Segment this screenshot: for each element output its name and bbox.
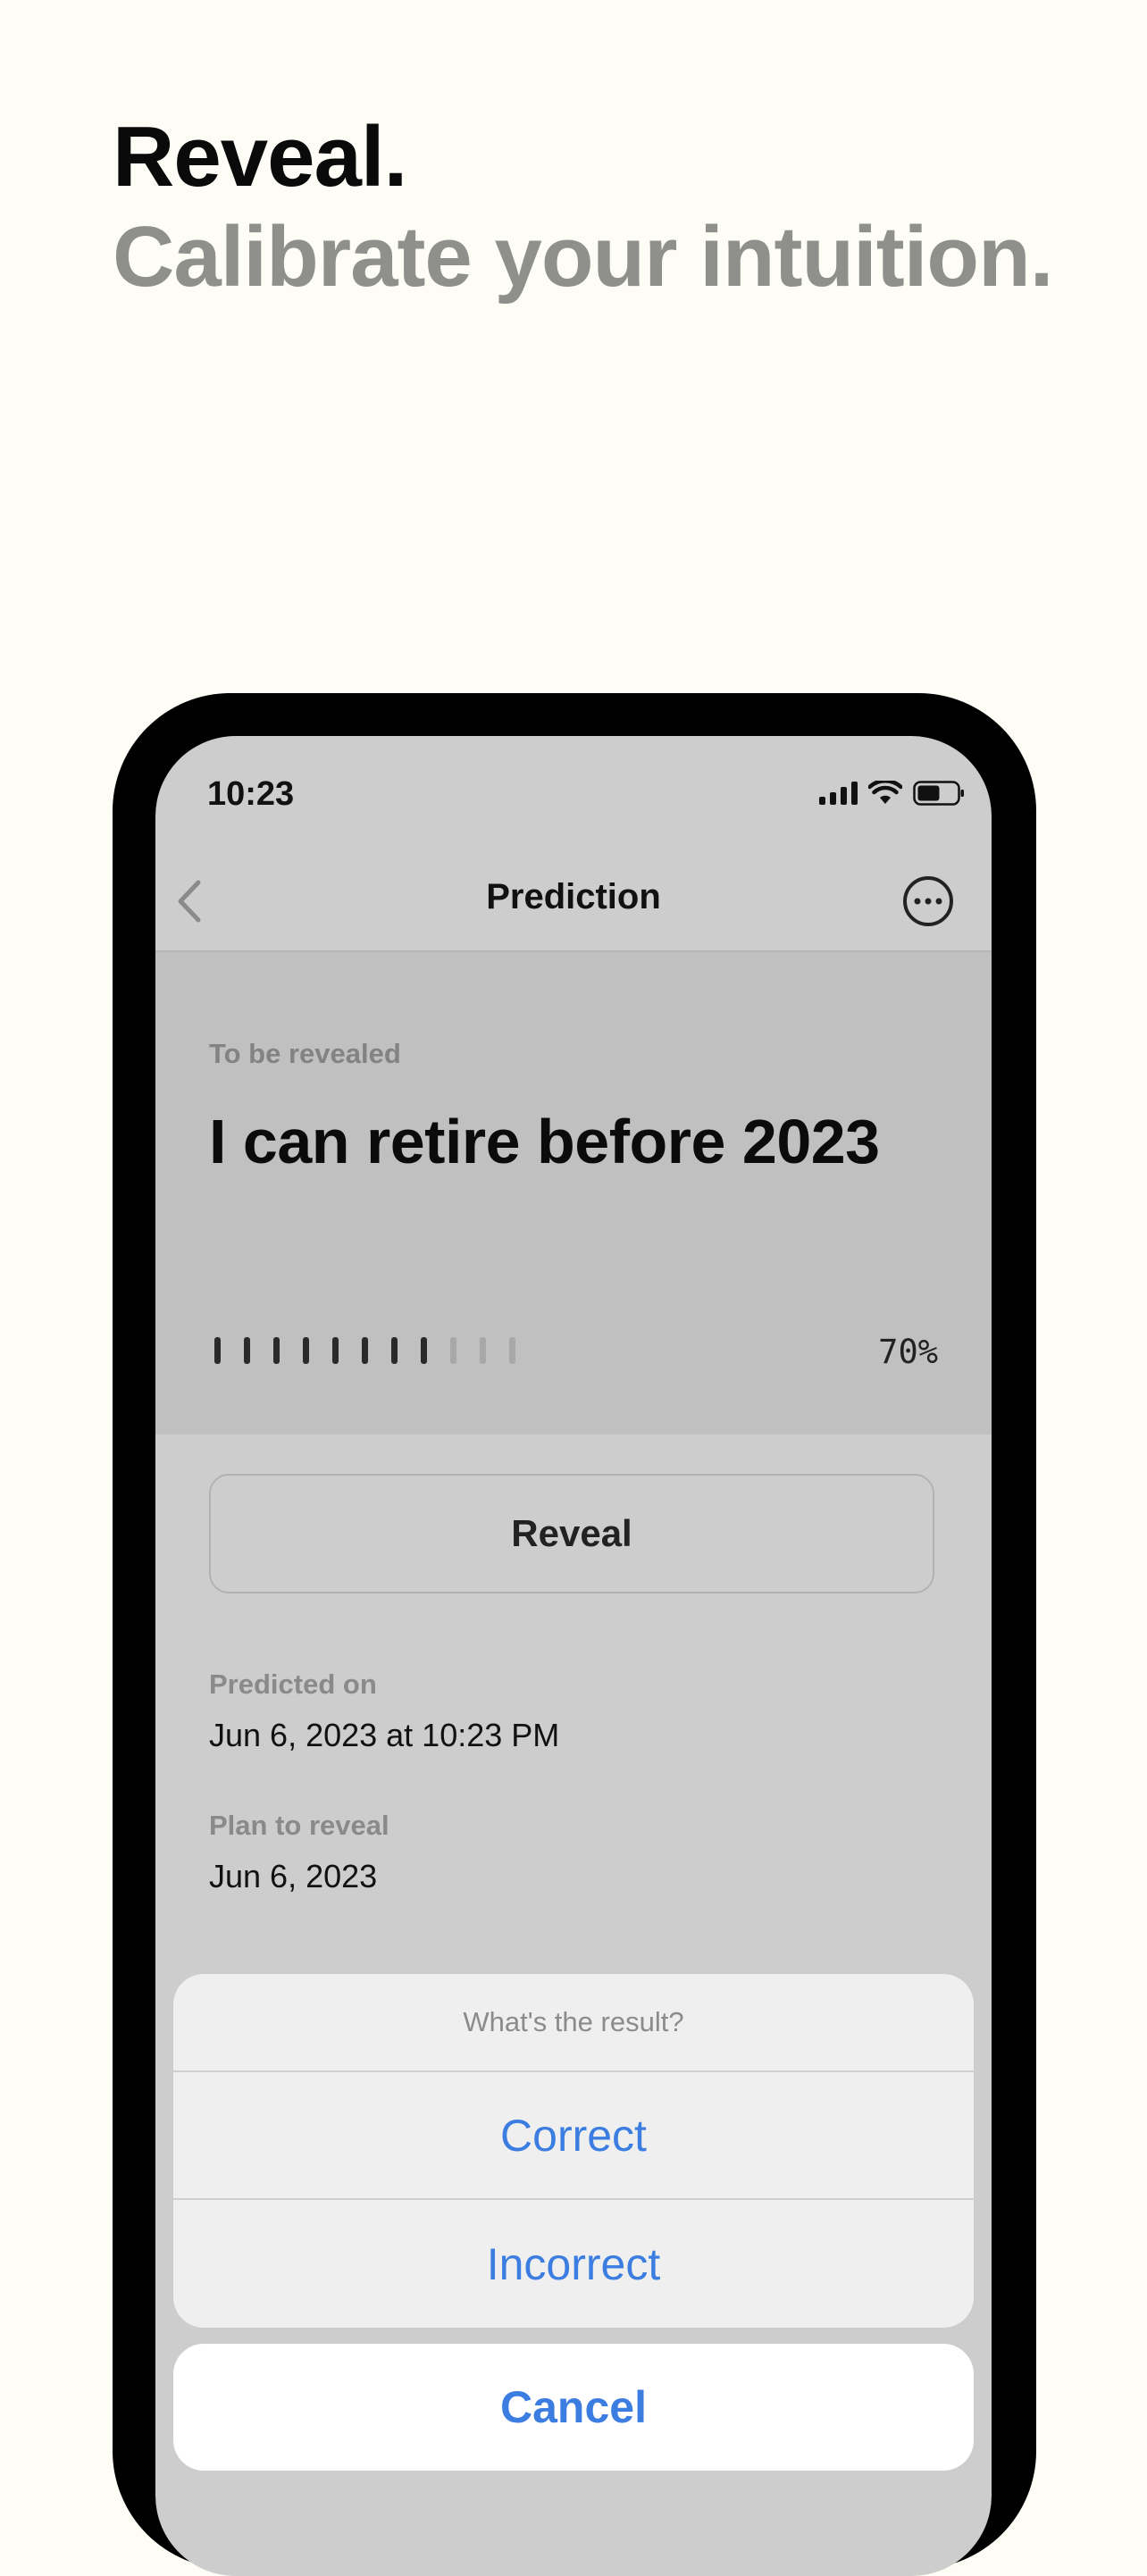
headline-secondary: Calibrate your intuition. (113, 209, 1053, 305)
correct-option[interactable]: Correct (173, 2072, 974, 2200)
confidence-tick (332, 1337, 339, 1364)
headline-primary: Reveal. (113, 109, 407, 205)
predicted-on-label: Predicted on (209, 1669, 377, 1700)
reveal-button[interactable]: Reveal (209, 1474, 934, 1593)
confidence-tick (509, 1337, 515, 1364)
confidence-percent: 70% (878, 1333, 938, 1371)
confidence-tick (450, 1337, 456, 1364)
confidence-tick (244, 1337, 250, 1364)
prediction-statement: I can retire before 2023 (209, 1107, 880, 1176)
status-time: 10:23 (207, 775, 295, 813)
prediction-card: To be revealed I can retire before 2023 … (155, 952, 992, 1434)
confidence-tick (273, 1337, 280, 1364)
status-icons (819, 781, 965, 806)
confidence-tick (480, 1337, 486, 1364)
prediction-status: To be revealed (209, 1038, 401, 1069)
confidence-meter (214, 1337, 515, 1364)
confidence-tick (214, 1337, 221, 1364)
confidence-tick (421, 1337, 427, 1364)
confidence-tick (303, 1337, 309, 1364)
action-sheet-title: What's the result? (173, 1974, 974, 2072)
incorrect-option[interactable]: Incorrect (173, 2200, 974, 2328)
navigation-bar: Prediction (155, 852, 992, 952)
predicted-on-value: Jun 6, 2023 at 10:23 PM (209, 1717, 560, 1753)
wifi-icon (868, 781, 902, 806)
cellular-signal-icon (819, 782, 858, 805)
cancel-button[interactable]: Cancel (173, 2344, 974, 2471)
result-action-sheet: What's the result? Correct Incorrect (173, 1974, 974, 2328)
confidence-tick (391, 1337, 398, 1364)
nav-title: Prediction (486, 877, 661, 916)
battery-icon (913, 781, 965, 806)
phone-screen: 10:23 Prediction To be revealed I can re… (155, 736, 992, 2576)
ellipsis-circle-icon[interactable] (902, 875, 954, 927)
confidence-tick (362, 1337, 368, 1364)
marketing-headline: Reveal. Calibrate your intuition. (113, 107, 1053, 307)
plan-to-reveal-label: Plan to reveal (209, 1810, 389, 1841)
phone-frame: 10:23 Prediction To be revealed I can re… (113, 693, 1036, 2576)
plan-to-reveal-value: Jun 6, 2023 (209, 1858, 378, 1894)
